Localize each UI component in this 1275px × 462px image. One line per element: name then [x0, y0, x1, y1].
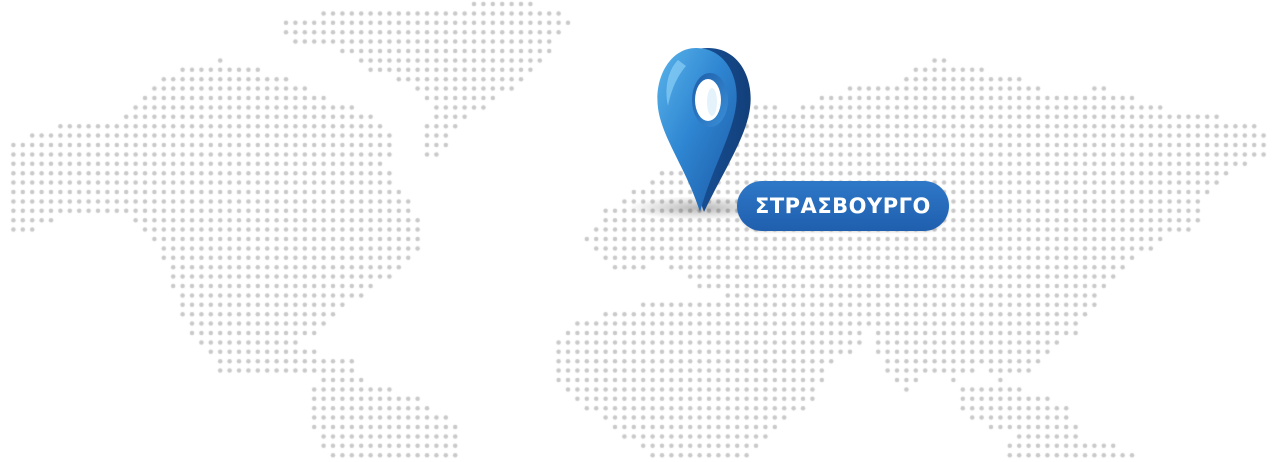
world-map-illustration: ΣΤΡΑΣΒΟΥΡΓΟ [0, 0, 1275, 462]
location-label: ΣΤΡΑΣΒΟΥΡΓΟ [737, 181, 949, 231]
